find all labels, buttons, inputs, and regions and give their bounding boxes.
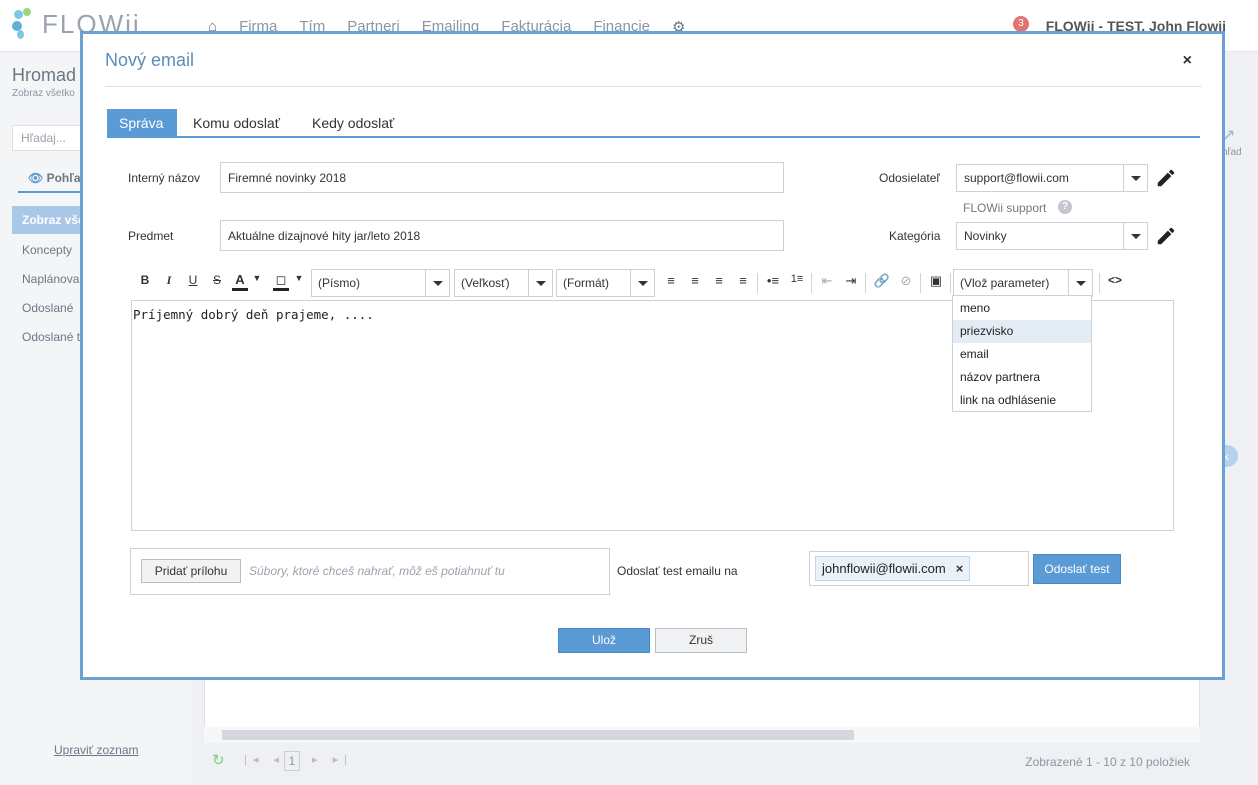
scrollbar-thumb[interactable] [222, 730, 854, 740]
pager-next-icons[interactable]: ▸ ▸| [312, 753, 353, 766]
test-email-input[interactable]: johnflowii@flowii.com × [809, 551, 1029, 586]
notification-badge[interactable]: 3 [1013, 16, 1029, 32]
add-attachment-button[interactable]: Pridať prílohu [141, 559, 241, 583]
internal-name-input[interactable]: Firemné novinky 2018 [220, 162, 784, 193]
format-select-value: (Formát) [563, 276, 609, 290]
refresh-icon[interactable]: ↻ [212, 751, 225, 769]
horizontal-scrollbar[interactable] [204, 727, 1200, 743]
format-select[interactable]: (Formát) [556, 269, 655, 297]
page-title: Hromad [12, 65, 77, 85]
eye-icon: 👁 [28, 171, 44, 185]
category-select[interactable]: Novinky [956, 222, 1148, 250]
subject-label: Predmet [128, 229, 174, 243]
logo-icon [12, 8, 36, 40]
toolbar-separator [811, 273, 812, 293]
sender-select[interactable]: support@flowii.com [956, 164, 1148, 192]
param-option-first-name[interactable]: meno [953, 297, 1091, 320]
align-right-icon[interactable]: ≡ [711, 273, 727, 293]
sender-label: Odosielateľ [879, 171, 940, 185]
edit-sender-icon[interactable] [1155, 167, 1177, 189]
toolbar-separator [1099, 273, 1100, 293]
image-icon[interactable]: ▣ [927, 273, 945, 293]
category-select-value: Novinky [964, 229, 1007, 243]
size-select-value: (Veľkosť) [461, 276, 510, 290]
email-chip: johnflowii@flowii.com × [815, 556, 971, 581]
tab-schedule[interactable]: Kedy odoslať [300, 109, 406, 136]
outdent-icon[interactable]: ⇤ [819, 273, 835, 293]
toolbar-separator [757, 273, 758, 293]
subject-input[interactable]: Aktuálne dizajnové hity jar/leto 2018 [220, 220, 784, 251]
indent-icon[interactable]: ⇥ [843, 273, 859, 293]
align-left-icon[interactable]: ≡ [663, 273, 679, 293]
cancel-button[interactable]: Zruš [655, 628, 747, 653]
page-subtitle: Zobraz všetko [12, 88, 75, 99]
chevron-down-icon[interactable] [1123, 223, 1147, 249]
divider [105, 86, 1202, 87]
param-option-last-name[interactable]: priezvisko [953, 320, 1091, 343]
bold-icon[interactable]: B [137, 273, 153, 293]
toolbar-separator [920, 273, 921, 293]
sender-name: FLOWii support [963, 201, 1047, 215]
size-select[interactable]: (Veľkosť) [454, 269, 553, 297]
insert-parameter-value: (Vlož parameter) [960, 276, 1050, 290]
align-center-icon[interactable]: ≡ [687, 273, 703, 293]
save-button[interactable]: Ulož [558, 628, 650, 653]
close-icon[interactable]: × [1183, 52, 1192, 70]
text-color-icon[interactable]: A [232, 273, 248, 291]
chevron-down-icon[interactable] [425, 270, 449, 296]
background-color-icon[interactable]: ◻ [273, 273, 289, 291]
send-test-button[interactable]: Odoslať test [1033, 554, 1121, 584]
pager-prev-icons[interactable]: |◂ ◂ [244, 753, 285, 766]
unlink-icon[interactable]: ⊘ [897, 273, 915, 293]
email-chip-text: johnflowii@flowii.com [822, 561, 946, 576]
font-select-value: (Písmo) [318, 276, 360, 290]
link-icon[interactable]: 🔗 [873, 273, 891, 293]
view-tab-label: Pohľa [46, 171, 81, 185]
param-option-partner-name[interactable]: názov partnera [953, 366, 1091, 389]
param-option-unsubscribe-link[interactable]: link na odhlásenie [953, 389, 1091, 412]
align-justify-icon[interactable]: ≡ [735, 273, 751, 293]
chevron-down-icon[interactable] [528, 270, 552, 296]
remove-chip-icon[interactable]: × [956, 561, 964, 576]
param-option-email[interactable]: email [953, 343, 1091, 366]
chevron-down-icon[interactable] [630, 270, 654, 296]
italic-icon[interactable]: I [161, 273, 177, 293]
numbered-list-icon[interactable]: 1≡ [789, 273, 805, 293]
code-view-icon[interactable]: <> [1105, 273, 1125, 293]
chevron-down-icon[interactable] [1068, 270, 1092, 296]
chevron-down-icon[interactable] [1123, 165, 1147, 191]
edit-list-link[interactable]: Upraviť zoznam [54, 743, 139, 757]
tab-message[interactable]: Správa [107, 109, 177, 136]
page-number[interactable]: 1 [284, 751, 300, 771]
test-email-label: Odoslať test emailu na [617, 564, 738, 578]
modal-title: Nový email [105, 50, 195, 70]
attachment-hint: Súbory, ktoré chceš nahrať, môž eš potia… [249, 564, 505, 578]
internal-name-label: Interný názov [128, 171, 201, 185]
category-label: Kategória [889, 229, 941, 243]
bullet-list-icon[interactable]: •≡ [765, 273, 781, 293]
chevron-down-icon[interactable]: ▼ [251, 273, 263, 293]
chevron-down-icon[interactable]: ▼ [293, 273, 305, 293]
pager-status: Zobrazené 1 - 10 z 10 položiek [1025, 755, 1190, 769]
parameter-dropdown: meno priezvisko email názov partnera lin… [952, 295, 1092, 412]
underline-icon[interactable]: U [185, 273, 201, 293]
tab-bar: Správa Komu odoslať Kedy odoslať [107, 109, 1200, 138]
font-select[interactable]: (Písmo) [311, 269, 450, 297]
toolbar-separator [950, 273, 951, 293]
pager: ↻ |◂ ◂ 1 ▸ ▸| Zobrazené 1 - 10 z 10 polo… [204, 749, 1200, 773]
edit-category-icon[interactable] [1155, 225, 1177, 247]
strikethrough-icon[interactable]: S [209, 273, 225, 293]
new-email-modal: Nový email × Správa Komu odoslať Kedy od… [80, 31, 1225, 680]
insert-parameter-select[interactable]: (Vlož parameter) [953, 269, 1093, 297]
tab-recipients[interactable]: Komu odoslať [181, 109, 292, 136]
help-icon[interactable]: ? [1058, 200, 1072, 214]
attachment-dropzone[interactable]: Pridať prílohu Súbory, ktoré chceš nahra… [130, 548, 610, 595]
toolbar-separator [865, 273, 866, 293]
sender-select-value: support@flowii.com [964, 171, 1069, 185]
